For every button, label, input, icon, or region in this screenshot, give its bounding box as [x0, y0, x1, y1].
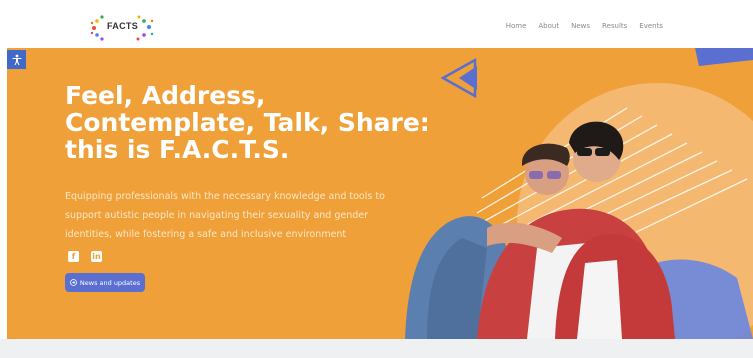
hero-subtitle: Equipping professionals with the necessa… [65, 191, 385, 240]
cta-label: News and updates [79, 278, 141, 287]
next-section-strip [0, 339, 753, 358]
site-header: FACTS Home About News Results Events [0, 0, 753, 48]
facts-logo[interactable]: FACTS [88, 12, 158, 44]
hero-section: Feel, Address, Contemplate, Talk, Share:… [7, 48, 753, 339]
linkedin-icon[interactable]: in [91, 251, 102, 262]
triangle-solid-shape [459, 66, 477, 90]
nav-news[interactable]: News [571, 22, 590, 30]
logo-text: FACTS [107, 21, 139, 31]
accessibility-button[interactable] [7, 50, 26, 69]
nav-home[interactable]: Home [506, 22, 527, 30]
news-and-updates-button[interactable]: News and updates [65, 273, 145, 292]
main-nav: Home About News Results Events [506, 22, 663, 30]
arrow-circle-icon [69, 279, 77, 286]
nav-events[interactable]: Events [639, 22, 663, 30]
nav-results[interactable]: Results [602, 22, 627, 30]
accessibility-icon [12, 54, 21, 65]
hero-title: Feel, Address, Contemplate, Talk, Share:… [65, 81, 430, 164]
facebook-icon[interactable]: f [68, 251, 79, 262]
nav-about[interactable]: About [538, 22, 559, 30]
social-links: f in [68, 251, 102, 262]
corner-triangle-shape [695, 48, 753, 66]
